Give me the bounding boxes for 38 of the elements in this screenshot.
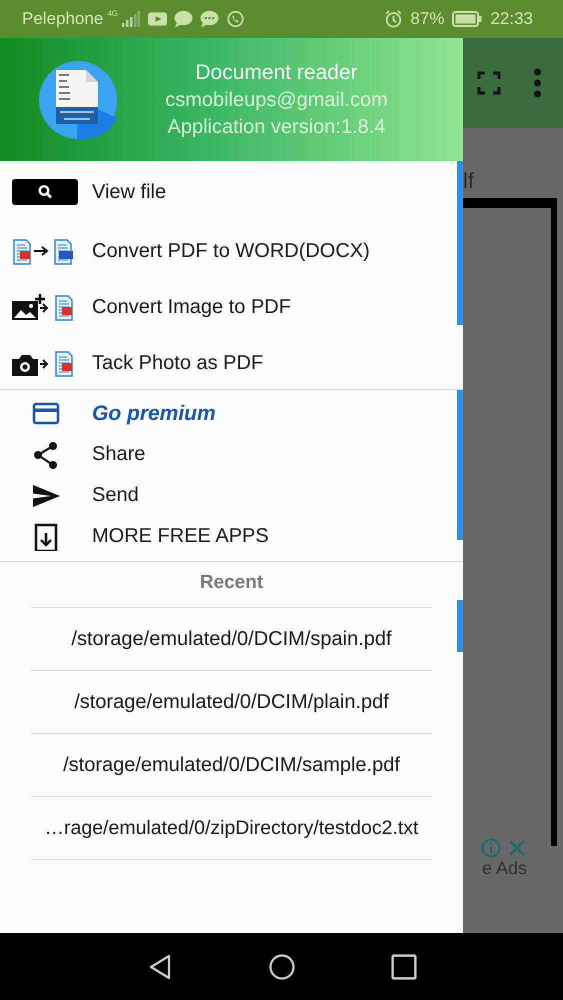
- phone-chat-icon: [226, 10, 245, 28]
- app-logo-icon: [38, 60, 118, 140]
- recents-icon[interactable]: [390, 954, 416, 980]
- recent-file[interactable]: …rage/emulated/0/zipDirectory/testdoc2.txt: [44, 816, 418, 840]
- network-type: 4G: [107, 9, 118, 18]
- more-menu-icon[interactable]: [533, 68, 542, 98]
- document-title: lf: [463, 167, 475, 195]
- scrollbar: [457, 600, 463, 652]
- app-title: Document reader: [195, 60, 358, 84]
- menu-item[interactable]: Go premium: [92, 402, 216, 426]
- signal-icon: [122, 11, 140, 27]
- clock-time: 22:33: [490, 9, 533, 29]
- chat-icon: [174, 10, 193, 28]
- recent-file[interactable]: /storage/emulated/0/DCIM/plain.pdf: [74, 690, 389, 714]
- recent-file[interactable]: /storage/emulated/0/DCIM/spain.pdf: [71, 628, 392, 650]
- search-icon: [12, 177, 78, 207]
- battery-icon: [452, 11, 482, 27]
- recent-file[interactable]: /storage/emulated/0/DCIM/sample.pdf: [63, 754, 400, 776]
- alarm-icon: [384, 10, 404, 28]
- ad-label: e Ads: [482, 858, 527, 879]
- download-box-icon: [32, 522, 60, 550]
- menu-item[interactable]: Convert Image to PDF: [92, 296, 291, 318]
- share-icon: [32, 440, 60, 468]
- menu-item[interactable]: Tack Photo as PDF: [92, 352, 264, 374]
- carrier-name: Pelephone: [22, 9, 104, 29]
- fullscreen-icon[interactable]: [477, 71, 501, 95]
- battery-percent: 87%: [410, 9, 444, 29]
- app-version: Application version:1.8.4: [168, 116, 386, 138]
- menu-item[interactable]: MORE FREE APPS: [92, 525, 269, 548]
- menu-item[interactable]: Share: [92, 443, 146, 466]
- home-icon[interactable]: [268, 954, 294, 980]
- menu-item[interactable]: View file: [92, 180, 166, 204]
- message-icon: [200, 10, 219, 28]
- menu-item[interactable]: Send: [92, 484, 139, 507]
- section-title: Recent: [198, 571, 264, 595]
- video-icon: [148, 10, 167, 28]
- menu-item[interactable]: Convert PDF to WORD(DOCX): [92, 240, 370, 262]
- contact-email: csmobileups@gmail.com: [165, 88, 388, 112]
